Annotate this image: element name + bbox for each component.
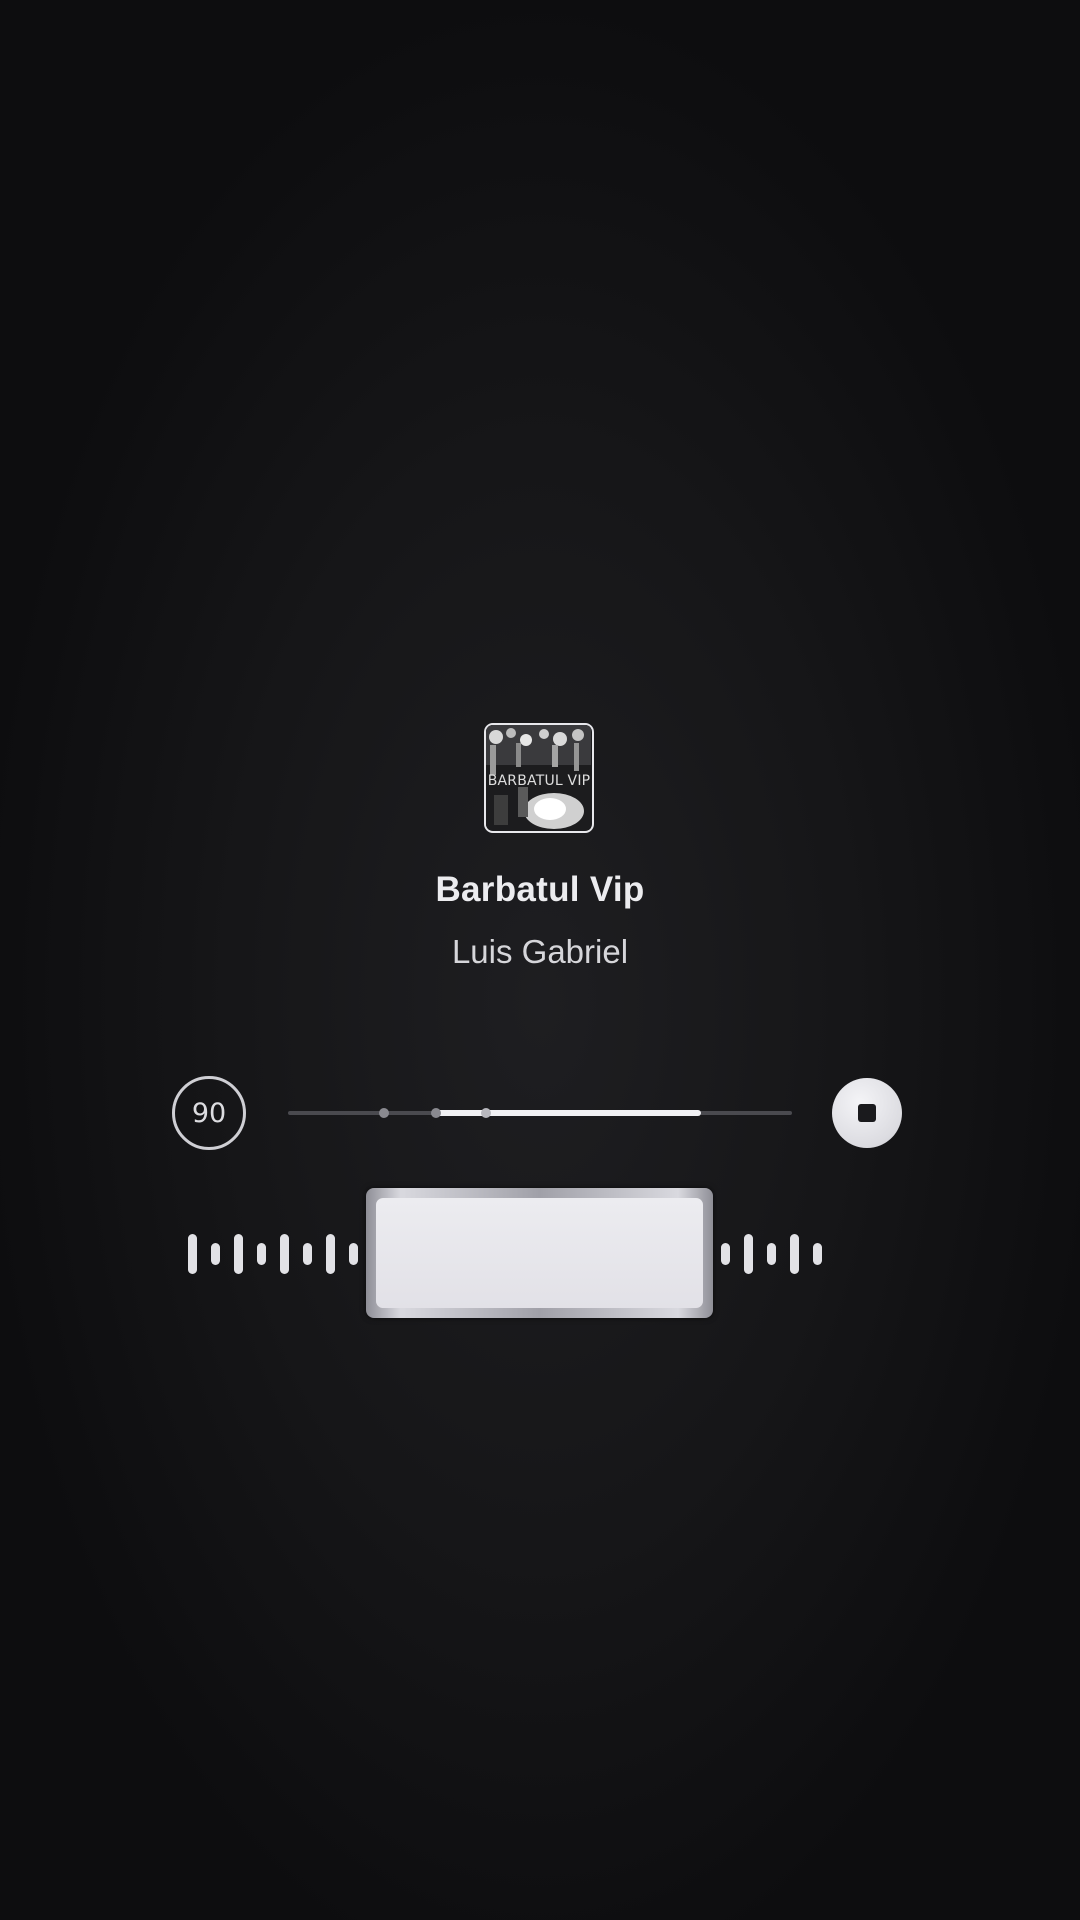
waveform-bar xyxy=(349,1243,358,1265)
album-art-text: BARBATUL VIP xyxy=(487,773,591,789)
album-art[interactable]: BARBATUL VIP xyxy=(484,723,594,833)
waveform-bar xyxy=(721,1243,730,1265)
scrubber-loop-region[interactable] xyxy=(434,1110,701,1116)
playback-scrubber[interactable] xyxy=(288,1101,792,1125)
waveform-bar xyxy=(303,1243,312,1265)
waveform-bar xyxy=(767,1243,776,1265)
scroll-wheel[interactable] xyxy=(366,1188,713,1318)
waveform-bar xyxy=(211,1243,220,1265)
scrubber-marker[interactable] xyxy=(379,1108,389,1118)
waveform-bar xyxy=(188,1234,197,1274)
stop-button[interactable] xyxy=(832,1078,902,1148)
waveform-bar xyxy=(234,1234,243,1274)
waveform-bar xyxy=(280,1234,289,1274)
stop-icon xyxy=(858,1104,876,1122)
waveform-bar xyxy=(257,1243,266,1265)
scroll-wheel-face[interactable] xyxy=(376,1198,703,1308)
waveform-bar xyxy=(790,1234,799,1274)
player-screen: BARBATUL VIP Barbatul Vip Luis Gabriel 9… xyxy=(0,0,1080,1920)
waveform-bar xyxy=(813,1243,822,1265)
bpm-button[interactable]: 90 xyxy=(172,1076,246,1150)
bpm-value: 90 xyxy=(191,1097,227,1129)
track-artist: Luis Gabriel xyxy=(451,933,629,970)
waveform-bar xyxy=(744,1234,753,1274)
scrubber-marker[interactable] xyxy=(431,1108,441,1118)
waveform-bar xyxy=(326,1234,335,1274)
scrubber-marker[interactable] xyxy=(481,1108,491,1118)
track-title: Barbatul Vip xyxy=(435,870,645,909)
